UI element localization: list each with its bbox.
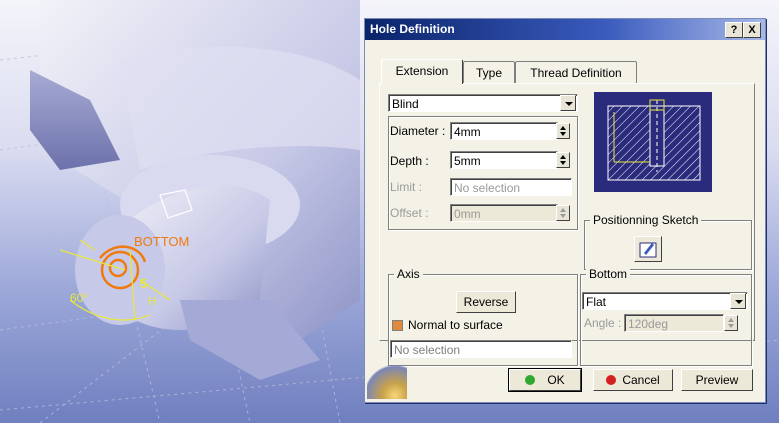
offset-value: 0mm xyxy=(454,207,481,221)
diameter-spinner[interactable] xyxy=(556,123,570,139)
tab-extension[interactable]: Extension xyxy=(381,59,463,84)
chevron-down-icon[interactable] xyxy=(560,95,576,111)
dimension-label: 5 xyxy=(140,276,148,291)
offset-input: 0mm xyxy=(450,204,558,222)
limit-value: No selection xyxy=(454,181,521,195)
depth-label: Depth : xyxy=(390,154,429,168)
limit-selection: No selection xyxy=(450,178,572,196)
dialog-title: Hole Definition xyxy=(370,22,455,36)
diameter-input[interactable]: 4mm xyxy=(450,122,558,140)
normal-to-surface-label: Normal to surface xyxy=(408,318,503,332)
offset-spinner xyxy=(556,205,570,221)
extension-panel: Blind Diameter : 4mm Depth : 5mm Limit :… xyxy=(379,83,755,366)
chevron-down-icon[interactable] xyxy=(730,293,746,309)
cancel-label: Cancel xyxy=(622,373,660,387)
reverse-button[interactable]: Reverse xyxy=(456,291,516,313)
positioning-sketch-group xyxy=(584,220,752,270)
diameter-value: 4mm xyxy=(454,125,481,139)
angle-input: 120deg xyxy=(624,314,724,332)
hole-marker-label: H xyxy=(148,294,157,308)
ok-label: OK xyxy=(547,373,565,387)
extension-type-combo[interactable]: Blind xyxy=(388,94,578,112)
axis-title: Axis xyxy=(394,267,423,281)
sketch-icon xyxy=(639,242,657,258)
extension-type-value: Blind xyxy=(392,97,419,111)
cancel-icon xyxy=(606,375,617,385)
axis-selection-field[interactable]: No selection xyxy=(390,340,572,358)
catia-logo-decoration xyxy=(367,365,407,399)
hole-diagram-icon xyxy=(607,99,701,181)
positioning-sketch-title: Positionning Sketch xyxy=(590,213,702,227)
angle-spinner xyxy=(724,315,738,331)
angle-value: 120deg xyxy=(628,317,669,331)
cancel-button[interactable]: Cancel xyxy=(593,369,673,391)
bottom-type-combo[interactable]: Flat xyxy=(582,292,748,310)
bottom-label: BOTTOM xyxy=(134,234,190,249)
bottom-title: Bottom xyxy=(586,267,631,281)
angle-label: 60° xyxy=(70,291,89,305)
axis-selection-value: No selection xyxy=(394,343,461,357)
help-button[interactable]: ? xyxy=(725,22,743,38)
sketch-button[interactable] xyxy=(634,236,662,262)
ok-icon xyxy=(525,375,536,385)
close-button[interactable]: X xyxy=(743,22,761,38)
angle-label: Angle : xyxy=(584,316,622,330)
diameter-label: Diameter : xyxy=(390,124,446,138)
tab-type[interactable]: Type xyxy=(463,61,515,84)
normal-to-surface-checkbox[interactable] xyxy=(392,320,403,331)
hole-definition-dialog: Hole Definition ? X Extension Type Threa… xyxy=(364,18,766,403)
depth-input[interactable]: 5mm xyxy=(450,151,558,169)
tab-thread-definition[interactable]: Thread Definition xyxy=(515,61,637,84)
depth-value: 5mm xyxy=(454,154,481,168)
limit-label: Limit : xyxy=(390,180,423,194)
dialog-titlebar[interactable]: Hole Definition ? X xyxy=(365,19,765,40)
hole-preview-image xyxy=(594,92,712,192)
bottom-type-value: Flat xyxy=(586,295,607,309)
offset-label: Offset : xyxy=(390,206,429,220)
depth-spinner[interactable] xyxy=(556,152,570,168)
preview-button[interactable]: Preview xyxy=(681,369,753,391)
ok-button[interactable]: OK xyxy=(508,368,582,392)
